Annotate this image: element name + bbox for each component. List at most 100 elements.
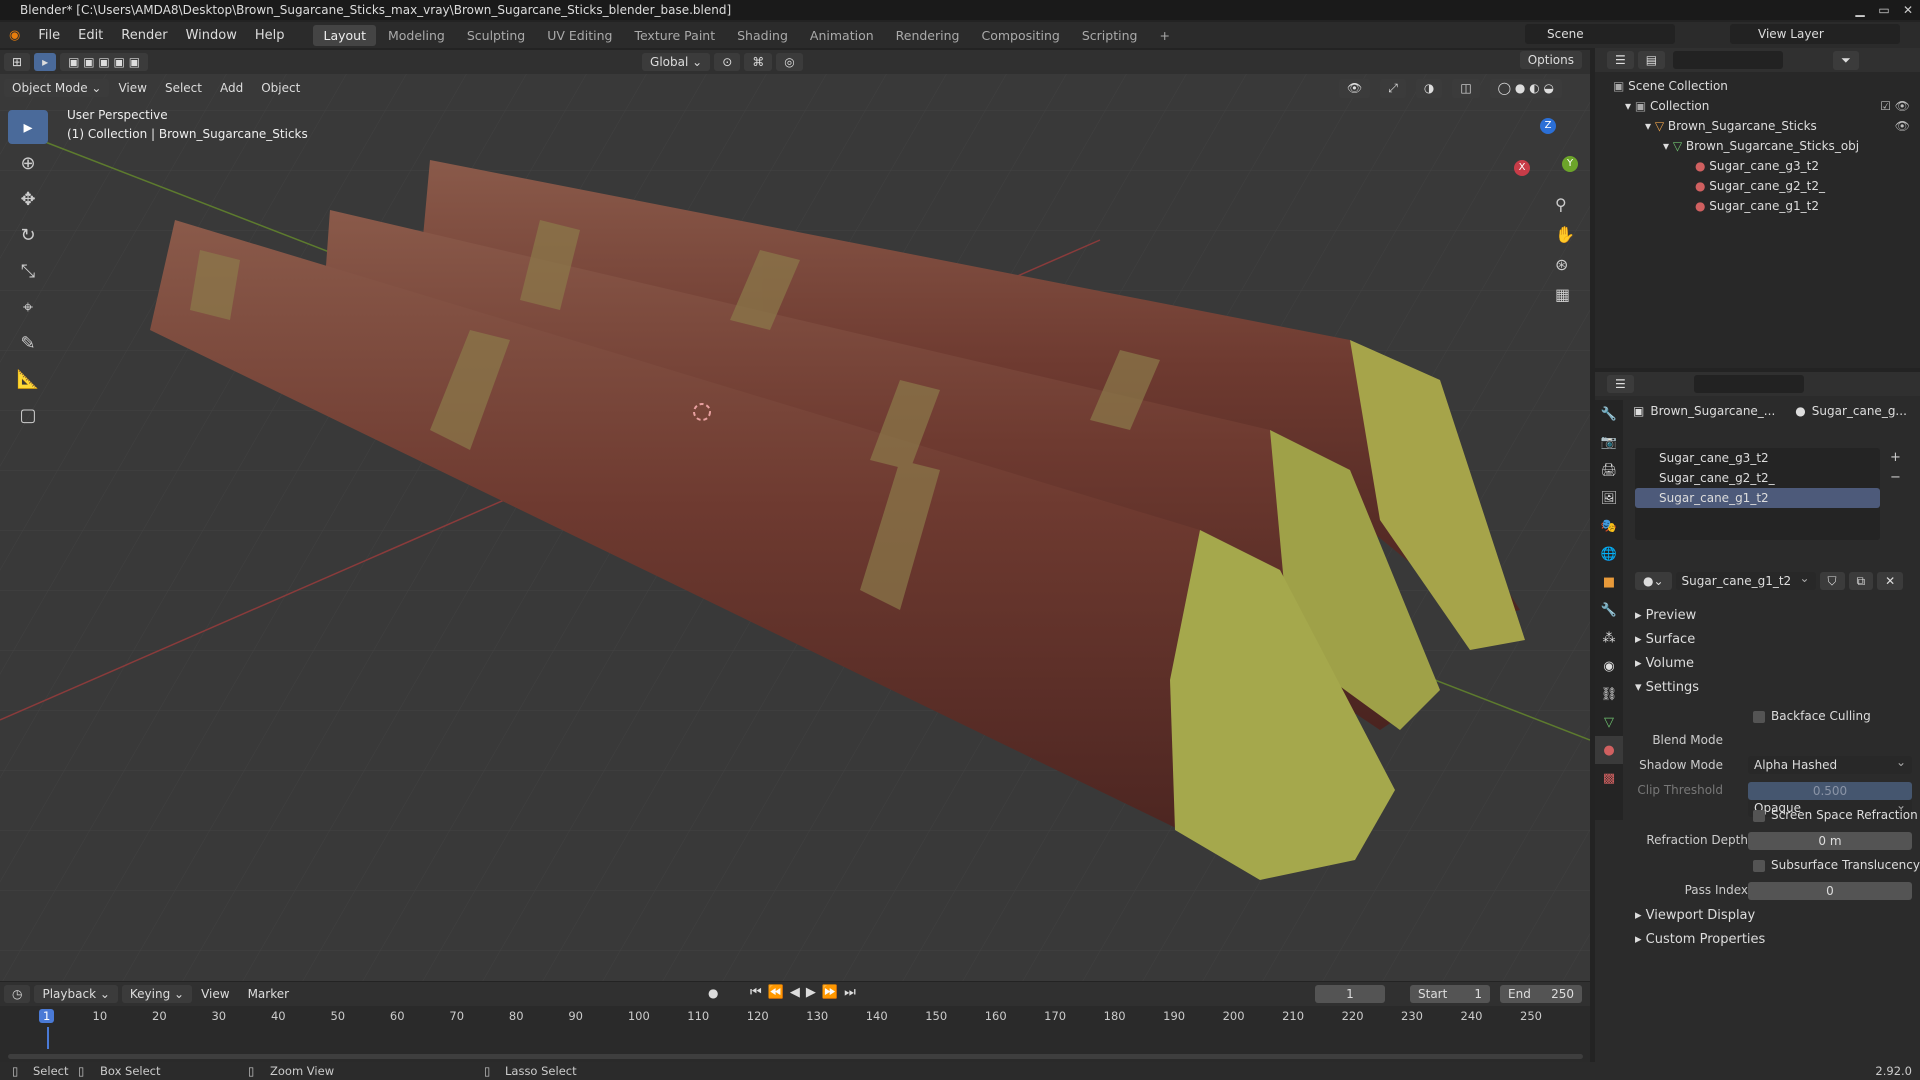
outliner-display-mode-icon[interactable]: ▤ xyxy=(1637,51,1666,69)
outliner-row-mesh[interactable]: ▾ ▽ Brown_Sugarcane_Sticks_obj xyxy=(1595,136,1920,156)
maximize-icon[interactable]: ▭ xyxy=(1872,0,1896,18)
outliner-row-scene-collection[interactable]: ▣ Scene Collection xyxy=(1595,76,1920,96)
tab-modeling[interactable]: Modeling xyxy=(378,25,455,46)
gizmo-toggle-icon[interactable]: ⤢ xyxy=(1380,79,1406,98)
gizmo-y-axis[interactable]: Y xyxy=(1562,156,1578,172)
outliner-row-material[interactable]: ● Sugar_cane_g3_t2 xyxy=(1595,156,1920,176)
minimize-icon[interactable]: ▁ xyxy=(1848,0,1872,18)
timeline-marker-menu[interactable]: Marker xyxy=(239,987,298,1001)
timeline-editor-icon[interactable]: ◷ xyxy=(4,985,31,1003)
proportional-edit-icon[interactable]: ◎ xyxy=(776,53,803,71)
screen-space-refraction-checkbox[interactable]: Screen Space Refraction xyxy=(1753,808,1918,822)
duplicate-icon[interactable]: ⧉ xyxy=(1848,572,1874,590)
gizmo-x-axis[interactable]: X xyxy=(1514,160,1530,176)
select-box-tool-icon[interactable]: ▸ xyxy=(8,110,48,144)
material-name-field[interactable]: Sugar_cane_g1_t2 xyxy=(1675,569,1816,590)
timeline-ruler[interactable]: 1 10 20 30 40 50 60 70 80 90 100 110 120 130 140 150 160… xyxy=(0,1009,1590,1027)
menu-select[interactable]: Select xyxy=(156,81,211,95)
remove-slot-icon[interactable]: − xyxy=(1890,470,1901,485)
section-surface[interactable]: ▸ Surface xyxy=(1635,632,1695,647)
pass-index-field[interactable]: 0 xyxy=(1748,882,1912,900)
tab-compositing[interactable]: Compositing xyxy=(971,25,1069,46)
material-slot[interactable]: Sugar_cane_g3_t2 xyxy=(1635,448,1880,468)
material-browse-icon[interactable]: ●⌄ xyxy=(1635,572,1672,590)
xray-icon[interactable]: ◫ xyxy=(1452,79,1480,98)
section-settings[interactable]: ▾ Settings xyxy=(1635,680,1699,695)
section-volume[interactable]: ▸ Volume xyxy=(1635,656,1694,671)
tab-scripting[interactable]: Scripting xyxy=(1072,25,1148,46)
3d-viewport[interactable]: User Perspective (1) Collection | Brown_… xyxy=(0,50,1590,981)
constraints-tab-icon[interactable]: ⛓ xyxy=(1595,680,1623,708)
texture-tab-icon[interactable]: ▩ xyxy=(1595,764,1623,792)
particles-tab-icon[interactable]: ⁂ xyxy=(1595,624,1623,652)
record-icon[interactable]: ● xyxy=(708,986,718,1000)
playback-controls-icon[interactable]: ⏮⏪◀▶⏩⏭ xyxy=(750,985,862,1000)
shading-modes-icon[interactable]: ◯ ● ◐ ◒ xyxy=(1489,79,1562,98)
object-mode-dropdown[interactable]: Object Mode ⌄ xyxy=(4,79,110,97)
modifier-tab-icon[interactable]: 🔧 xyxy=(1595,596,1623,624)
tab-texture-paint[interactable]: Texture Paint xyxy=(624,25,725,46)
menu-file[interactable]: File xyxy=(29,28,69,43)
visibility-icon[interactable]: 👁 xyxy=(1339,79,1371,98)
pan-hand-icon[interactable]: ✋ xyxy=(1555,225,1575,244)
unlink-icon[interactable]: ✕ xyxy=(1877,572,1904,590)
cursor-tool-icon[interactable]: ⊕ xyxy=(8,146,48,180)
view-layer-tab-icon[interactable]: 🖼 xyxy=(1595,484,1623,512)
view-layer-selector[interactable]: View Layer xyxy=(1730,24,1900,44)
outliner-row-object[interactable]: ▾ ▽ Brown_Sugarcane_Sticks 👁 xyxy=(1595,116,1920,136)
end-frame-field[interactable]: End 250 xyxy=(1500,985,1582,1003)
refraction-depth-field[interactable]: 0 m xyxy=(1748,832,1912,850)
scene-selector[interactable]: Scene xyxy=(1525,24,1675,44)
annotate-tool-icon[interactable]: ✎ xyxy=(8,326,48,360)
section-viewport-display[interactable]: ▸ Viewport Display xyxy=(1635,908,1755,923)
options-button[interactable]: Options xyxy=(1516,51,1582,69)
menu-object[interactable]: Object xyxy=(252,81,309,95)
outliner-row-collection[interactable]: ▾ ▣ Collection ☑ 👁 xyxy=(1595,96,1920,116)
zoom-icon[interactable]: ⚲ xyxy=(1555,195,1567,214)
menu-window[interactable]: Window xyxy=(177,28,246,43)
gizmo-z-axis[interactable]: Z xyxy=(1540,118,1556,134)
menu-add[interactable]: Add xyxy=(211,81,252,95)
blender-logo-icon[interactable]: ◉ xyxy=(0,28,29,43)
select-mode-icons[interactable]: ▣ ▣ ▣ ▣ ▣ xyxy=(60,53,149,71)
outliner-row-material[interactable]: ● Sugar_cane_g1_t2 xyxy=(1595,196,1920,216)
menu-render[interactable]: Render xyxy=(112,28,176,43)
physics-tab-icon[interactable]: ◉ xyxy=(1595,652,1623,680)
select-tool-icon[interactable]: ▸ xyxy=(34,53,57,71)
subsurface-translucency-checkbox[interactable]: Subsurface Translucency xyxy=(1753,858,1920,872)
properties-search-input[interactable] xyxy=(1693,375,1804,393)
menu-view[interactable]: View xyxy=(109,81,155,95)
tool-tab-icon[interactable]: 🔧 xyxy=(1595,400,1623,428)
tab-layout[interactable]: Layout xyxy=(313,24,376,46)
tab-animation[interactable]: Animation xyxy=(800,25,884,46)
material-slot-selected[interactable]: Sugar_cane_g1_t2 xyxy=(1635,488,1880,508)
navigation-gizmo[interactable]: Z Y X xyxy=(1500,110,1590,200)
backface-culling-checkbox[interactable]: Backface Culling xyxy=(1753,709,1871,723)
playhead[interactable] xyxy=(47,1027,49,1049)
keying-menu[interactable]: Keying ⌄ xyxy=(121,985,193,1003)
data-tab-icon[interactable]: ▽ xyxy=(1595,708,1623,736)
filter-icon[interactable]: ⏷ xyxy=(1833,50,1859,70)
menu-edit[interactable]: Edit xyxy=(69,28,112,43)
outliner-editor-icon[interactable]: ☰ xyxy=(1607,51,1634,69)
current-frame-field[interactable]: 1 xyxy=(1315,985,1385,1003)
start-frame-field[interactable]: Start 1 xyxy=(1410,985,1490,1003)
transform-tool-icon[interactable]: ⌖ xyxy=(8,290,48,324)
add-workspace-icon[interactable]: + xyxy=(1149,25,1179,46)
timeline-scrollbar[interactable] xyxy=(8,1054,1583,1059)
eye-icon[interactable]: 👁 xyxy=(1895,116,1910,136)
rotate-tool-icon[interactable]: ↻ xyxy=(8,218,48,252)
close-icon[interactable]: ✕ xyxy=(1896,0,1920,18)
outliner-search-input[interactable] xyxy=(1673,51,1784,69)
move-tool-icon[interactable]: ✥ xyxy=(8,182,48,216)
scale-tool-icon[interactable]: ⤡ xyxy=(8,254,48,288)
eye-icon[interactable]: ☑ 👁 xyxy=(1880,96,1910,116)
object-tab-icon[interactable]: ■ xyxy=(1595,568,1623,596)
blend-mode-select[interactable]: Alpha Hashed xyxy=(1748,753,1912,774)
section-preview[interactable]: ▸ Preview xyxy=(1635,608,1696,623)
tab-shading[interactable]: Shading xyxy=(727,25,798,46)
clip-threshold-field[interactable]: 0.500 xyxy=(1748,782,1912,800)
material-crumb[interactable]: Sugar_cane_g... xyxy=(1812,404,1907,422)
pivot-icon[interactable]: ⊙ xyxy=(714,53,741,71)
add-cube-tool-icon[interactable]: ▢ xyxy=(8,398,48,432)
